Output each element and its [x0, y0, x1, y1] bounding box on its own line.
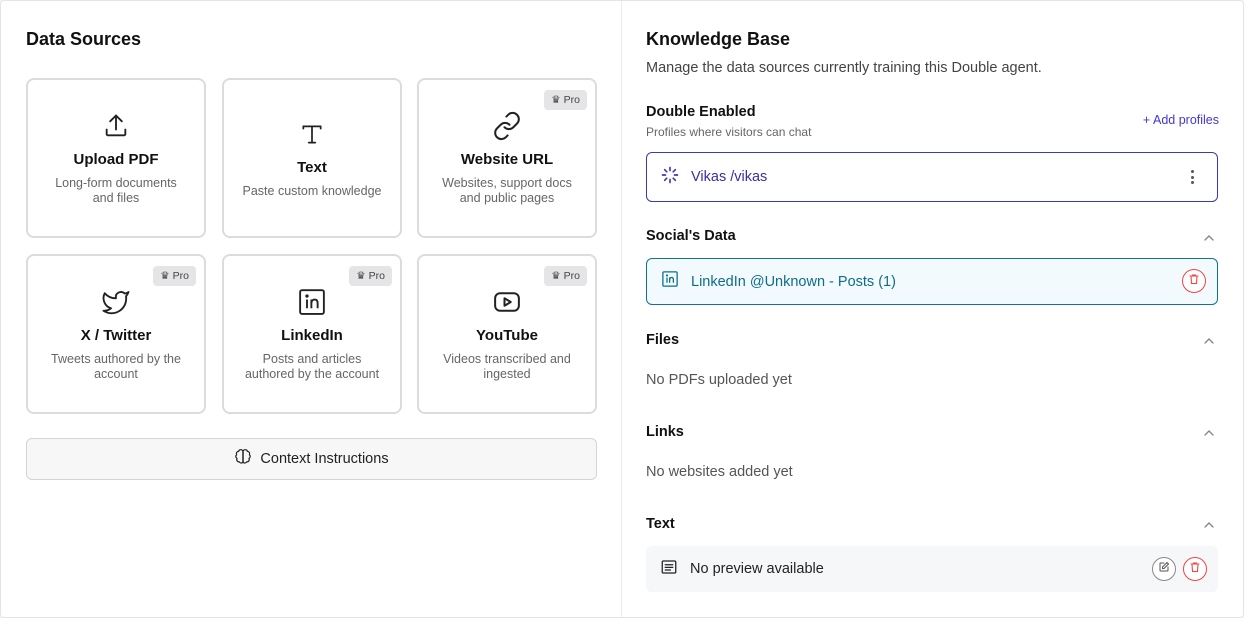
card-title: Upload PDF [73, 151, 159, 168]
linkedin-icon [296, 286, 328, 318]
crown-icon: ♛ [551, 270, 561, 282]
text-card[interactable]: Text Paste custom knowledge [222, 78, 402, 238]
social-item-label: LinkedIn @Unknown - Posts (1) [691, 273, 896, 290]
card-title: LinkedIn [281, 327, 343, 344]
linkedin-card[interactable]: ♛ Pro LinkedIn Posts and articles author… [222, 254, 402, 414]
links-title: Links [646, 424, 684, 440]
chevron-up-icon[interactable] [1203, 231, 1215, 243]
context-instructions-button[interactable]: Context Instructions [26, 438, 597, 480]
text-section-title: Text [646, 516, 675, 532]
edit-icon [1158, 560, 1170, 578]
chevron-up-icon[interactable] [1203, 334, 1215, 346]
links-empty-text: No websites added yet [646, 464, 793, 480]
knowledge-base-subtitle: Manage the data sources currently traini… [646, 60, 1042, 76]
crown-icon: ♛ [356, 270, 366, 282]
twitter-card[interactable]: ♛ Pro X / Twitter Tweets authored by the… [26, 254, 206, 414]
card-title: Text [297, 158, 327, 176]
crown-icon: ♛ [160, 270, 170, 282]
knowledge-base-panel: Knowledge Base Manage the data sources c… [622, 1, 1243, 617]
card-description: Tweets authored by the account [51, 352, 181, 381]
profile-row[interactable]: Vikas /vikas [646, 152, 1218, 202]
card-title: YouTube [476, 327, 538, 344]
double-enabled-title: Double Enabled [646, 104, 756, 120]
pro-badge: ♛ Pro [544, 90, 587, 110]
app-frame: Data Sources Upload PDF Long-form docume… [0, 0, 1244, 618]
socials-title: Social's Data [646, 228, 736, 244]
card-description: Long-form documents and files [55, 176, 177, 205]
card-description: Posts and articles authored by the accou… [244, 352, 380, 381]
chevron-up-icon[interactable] [1203, 518, 1215, 530]
card-title: Website URL [460, 151, 554, 168]
more-options-icon[interactable] [1185, 167, 1199, 187]
link-icon [491, 110, 523, 142]
card-description: Paste custom knowledge [242, 183, 382, 198]
linkedin-icon [661, 270, 679, 293]
social-item[interactable]: LinkedIn @Unknown - Posts (1) [646, 258, 1218, 305]
card-description: Websites, support docs and public pages [442, 176, 572, 205]
text-icon [296, 118, 328, 150]
crown-icon: ♛ [551, 94, 561, 106]
youtube-icon [491, 286, 523, 318]
youtube-card[interactable]: ♛ Pro YouTube Videos transcribed and ing… [417, 254, 597, 414]
data-sources-panel: Data Sources Upload PDF Long-form docume… [1, 1, 622, 617]
data-sources-title: Data Sources [26, 29, 142, 49]
document-lines-icon [660, 558, 678, 581]
pro-badge: ♛ Pro [153, 266, 196, 286]
pro-badge: ♛ Pro [544, 266, 587, 286]
chevron-up-icon[interactable] [1203, 426, 1215, 438]
trash-icon [1189, 560, 1201, 578]
delete-text-button[interactable] [1183, 557, 1207, 581]
loading-spinner-icon [661, 166, 679, 189]
card-title: X / Twitter [80, 327, 152, 344]
delete-social-button[interactable] [1182, 269, 1206, 293]
files-title: Files [646, 332, 680, 348]
website-url-card[interactable]: ♛ Pro Website URL Websites, support docs… [417, 78, 597, 238]
text-item[interactable]: No preview available [646, 546, 1218, 592]
files-empty-text: No PDFs uploaded yet [646, 372, 792, 388]
edit-text-button[interactable] [1152, 557, 1176, 581]
pro-badge: ♛ Pro [349, 266, 392, 286]
double-enabled-subtitle: Profiles where visitors can chat [646, 125, 812, 139]
upload-icon [100, 110, 132, 142]
profile-name: Vikas /vikas [691, 169, 768, 185]
upload-pdf-card[interactable]: Upload PDF Long-form documents and files [26, 78, 206, 238]
trash-icon [1188, 272, 1200, 290]
context-instructions-label: Context Instructions [260, 451, 389, 467]
text-item-label: No preview available [690, 561, 824, 577]
add-profiles-link[interactable]: + Add profiles [1143, 113, 1219, 127]
brain-icon [234, 448, 252, 470]
knowledge-base-title: Knowledge Base [646, 29, 791, 49]
card-description: Videos transcribed and ingested [443, 352, 571, 381]
twitter-icon [100, 286, 132, 318]
